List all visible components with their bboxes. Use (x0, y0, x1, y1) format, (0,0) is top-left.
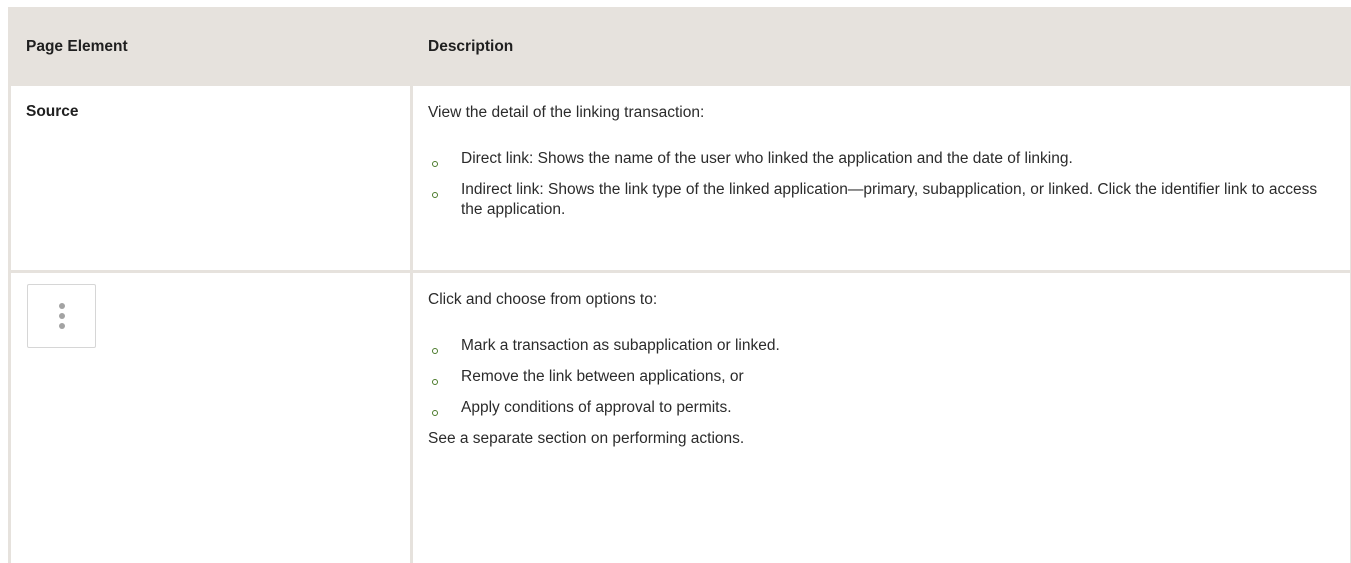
list-item-text: Indirect link: Shows the link type of th… (461, 181, 1318, 218)
bullet-circle-icon (432, 161, 438, 167)
list-item: Remove the link between applications, or (428, 367, 1336, 387)
more-vertical-icon (58, 303, 65, 309)
list-item: Indirect link: Shows the link type of th… (428, 180, 1336, 220)
bullet-circle-icon (432, 192, 438, 198)
header-description: Description (428, 37, 514, 55)
source-label: Source (11, 86, 413, 270)
actions-element-cell (11, 273, 413, 563)
bullet-circle-icon (432, 410, 438, 416)
list-item: Direct link: Shows the name of the user … (428, 149, 1336, 169)
more-vertical-icon (58, 313, 65, 319)
actions-description: Click and choose from options to: Mark a… (413, 273, 1350, 563)
header-page-element: Page Element (26, 37, 128, 55)
table-row: Source View the detail of the linking tr… (11, 83, 1350, 270)
bullet-list: Mark a transaction as subapplication or … (428, 336, 1336, 418)
footer-note: See a separate section on performing act… (428, 430, 745, 447)
bullet-circle-icon (432, 348, 438, 354)
source-description: View the detail of the linking transacti… (413, 86, 1350, 270)
table-header: Page Element Description (11, 10, 1350, 83)
list-item-text: Direct link: Shows the name of the user … (461, 150, 1073, 167)
bullet-circle-icon (432, 379, 438, 385)
list-item-text: Apply conditions of approval to permits. (461, 399, 732, 416)
description-intro: View the detail of the linking transacti… (428, 104, 705, 121)
table-row: Click and choose from options to: Mark a… (11, 270, 1350, 563)
list-item: Mark a transaction as subapplication or … (428, 336, 1336, 356)
page-elements-table: Page Element Description Source View the… (8, 7, 1351, 563)
more-vertical-icon (58, 323, 65, 329)
list-item-text: Mark a transaction as subapplication or … (461, 337, 780, 354)
bullet-list: Direct link: Shows the name of the user … (428, 149, 1336, 220)
description-intro: Click and choose from options to: (428, 291, 658, 308)
more-actions-button[interactable] (27, 284, 96, 348)
list-item-text: Remove the link between applications, or (461, 368, 744, 385)
list-item: Apply conditions of approval to permits. (428, 398, 1336, 418)
